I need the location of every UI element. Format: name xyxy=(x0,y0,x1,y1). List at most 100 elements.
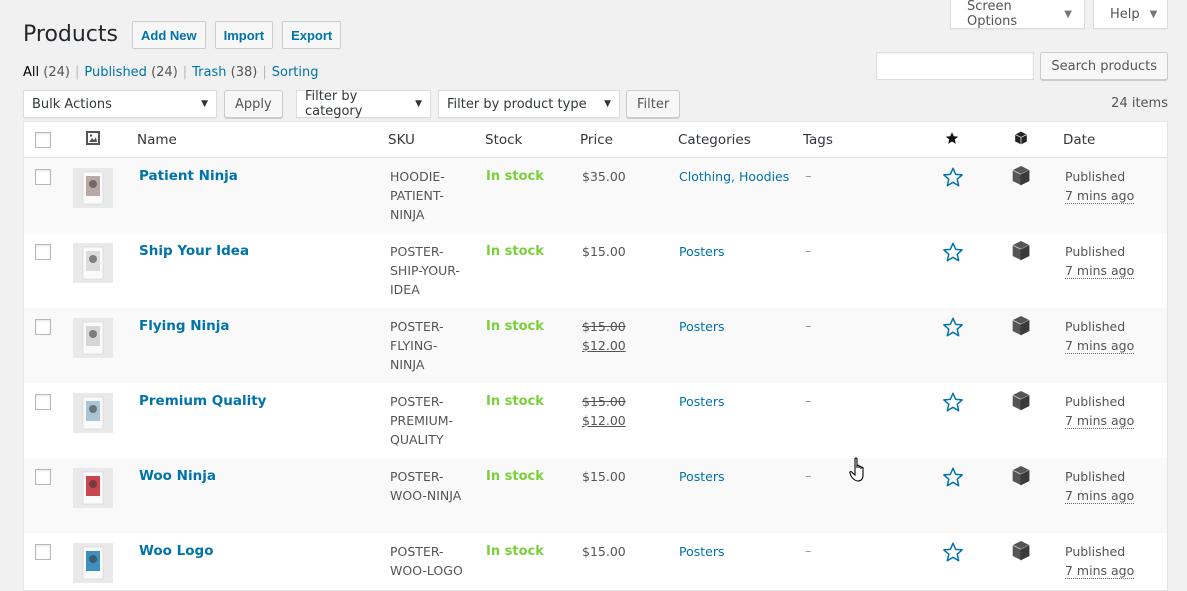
tablenav: Bulk Actions ▼ Apply Filter by category … xyxy=(23,89,1168,119)
column-date[interactable]: Date xyxy=(1063,132,1095,148)
import-button[interactable]: Import xyxy=(214,21,274,49)
box-icon xyxy=(1012,241,1030,261)
star-outline-icon[interactable] xyxy=(942,241,964,263)
product-name-link[interactable]: Premium Quality xyxy=(139,392,267,411)
product-name-link[interactable]: Patient Ninja xyxy=(139,167,238,186)
view-sorting[interactable]: Sorting xyxy=(272,65,319,80)
time-ago: 7 mins ago xyxy=(1065,563,1135,579)
product-thumbnail[interactable] xyxy=(73,243,113,283)
image-icon xyxy=(86,131,100,149)
sale-price: $12.00 xyxy=(582,338,626,353)
row-checkbox[interactable] xyxy=(35,544,51,560)
page-header: Products Add New Import Export xyxy=(23,20,342,50)
help-button[interactable]: Help ▼ xyxy=(1093,0,1168,29)
star-outline-icon[interactable] xyxy=(942,466,964,488)
product-categories-link[interactable]: Posters xyxy=(679,242,725,261)
price-value: $15.00 xyxy=(582,244,626,259)
chevron-down-icon: ▼ xyxy=(415,99,422,109)
sale-price: $12.00 xyxy=(582,413,626,428)
product-sku: POSTER- FLYING- NINJA xyxy=(390,319,444,372)
publish-status: Published xyxy=(1065,169,1126,184)
product-name-link[interactable]: Woo Logo xyxy=(139,542,213,561)
table-row: Patient Ninja HOODIE- PATIENT- NINJA In st… xyxy=(24,158,1167,233)
product-price: $15.00 xyxy=(582,542,626,561)
screen-meta-links: Screen Options ▼ Help ▼ xyxy=(950,0,1168,29)
view-published[interactable]: Published (24) xyxy=(84,65,177,80)
stock-status: In stock xyxy=(486,469,544,484)
product-categories-link[interactable]: Posters xyxy=(679,317,725,336)
product-thumbnail[interactable] xyxy=(73,318,113,358)
filter-button[interactable]: Filter xyxy=(626,90,681,118)
apply-button[interactable]: Apply xyxy=(224,90,283,118)
add-new-button[interactable]: Add New xyxy=(132,21,206,49)
product-image-icon xyxy=(82,246,104,280)
row-checkbox[interactable] xyxy=(35,244,51,260)
product-price: $15.00 $12.00 xyxy=(582,392,626,430)
product-thumbnail[interactable] xyxy=(73,168,113,208)
column-price[interactable]: Price xyxy=(580,132,613,148)
filter-product-type-select[interactable]: Filter by product type ▼ xyxy=(438,90,620,118)
product-name-link[interactable]: Woo Ninja xyxy=(139,467,216,486)
export-button[interactable]: Export xyxy=(282,21,342,49)
bulk-actions-select[interactable]: Bulk Actions ▼ xyxy=(23,90,217,118)
row-checkbox[interactable] xyxy=(35,394,51,410)
product-categories-link[interactable]: Clothing, Hoodies xyxy=(679,167,789,186)
product-image-icon xyxy=(82,396,104,430)
box-icon xyxy=(1012,316,1030,336)
filter-type-label: Filter by product type xyxy=(447,96,587,112)
product-tags: – xyxy=(805,319,812,334)
view-trash[interactable]: Trash (38) xyxy=(192,65,257,80)
product-tags: – xyxy=(805,394,812,409)
chevron-down-icon: ▼ xyxy=(604,99,611,109)
product-sku: POSTER- WOO-LOGO xyxy=(390,544,463,578)
column-name[interactable]: Name xyxy=(137,132,177,148)
row-checkbox[interactable] xyxy=(35,319,51,335)
column-sku[interactable]: SKU xyxy=(388,132,415,148)
product-thumbnail[interactable] xyxy=(73,393,113,433)
screen-options-label: Screen Options xyxy=(967,0,1018,29)
star-outline-icon[interactable] xyxy=(942,316,964,338)
hand-cursor-icon xyxy=(849,457,864,482)
product-categories-link[interactable]: Posters xyxy=(679,542,725,561)
filter-category-select[interactable]: Filter by category ▼ xyxy=(296,89,431,119)
screen-options-button[interactable]: Screen Options ▼ xyxy=(950,0,1085,29)
products-table: Name SKU Stock Price Categories Tags Dat… xyxy=(23,121,1168,591)
star-filled-icon[interactable] xyxy=(945,131,959,149)
price-value: $15.00 xyxy=(582,469,626,484)
row-checkbox[interactable] xyxy=(35,469,51,485)
product-name-link[interactable]: Flying Ninja xyxy=(139,317,230,336)
table-row: Woo Logo POSTER- WOO-LOGO In stock $15.00… xyxy=(24,533,1167,590)
product-tags: – xyxy=(805,469,812,484)
product-sku: POSTER- PREMIUM- QUALITY xyxy=(390,394,454,447)
table-row: Woo Ninja POSTER- WOO-NINJA In stock $15.… xyxy=(24,458,1167,533)
publish-status: Published xyxy=(1065,544,1126,559)
row-checkbox[interactable] xyxy=(35,169,51,185)
product-name-link[interactable]: Ship Your Idea xyxy=(139,242,249,261)
product-categories-link[interactable]: Posters xyxy=(679,467,725,486)
product-thumbnail[interactable] xyxy=(73,468,113,508)
select-all-checkbox[interactable] xyxy=(35,132,51,148)
product-thumbnail[interactable] xyxy=(73,543,113,583)
product-sku: POSTER- WOO-NINJA xyxy=(390,469,462,503)
items-count: 24 items xyxy=(1111,96,1168,111)
product-date: Published 7 mins ago xyxy=(1065,167,1135,205)
product-date: Published 7 mins ago xyxy=(1065,542,1135,580)
view-all[interactable]: All (24) xyxy=(23,65,70,80)
product-sku: POSTER- SHIP-YOUR- IDEA xyxy=(390,244,460,297)
table-header: Name SKU Stock Price Categories Tags Dat… xyxy=(24,122,1167,158)
product-sku: HOODIE- PATIENT- NINJA xyxy=(390,169,445,222)
product-date: Published 7 mins ago xyxy=(1065,242,1135,280)
product-categories-link[interactable]: Posters xyxy=(679,392,725,411)
star-outline-icon[interactable] xyxy=(942,391,964,413)
time-ago: 7 mins ago xyxy=(1065,488,1135,504)
table-row: Premium Quality POSTER- PREMIUM- QUALITY I… xyxy=(24,383,1167,458)
regular-price: $15.00 xyxy=(582,394,626,409)
star-outline-icon[interactable] xyxy=(942,541,964,563)
star-outline-icon[interactable] xyxy=(942,166,964,188)
search-products-button[interactable]: Search products xyxy=(1040,52,1168,80)
product-date: Published 7 mins ago xyxy=(1065,467,1135,505)
box-icon xyxy=(1012,166,1030,186)
product-tags: – xyxy=(805,244,812,259)
search-input[interactable] xyxy=(876,52,1035,80)
time-ago: 7 mins ago xyxy=(1065,413,1135,429)
